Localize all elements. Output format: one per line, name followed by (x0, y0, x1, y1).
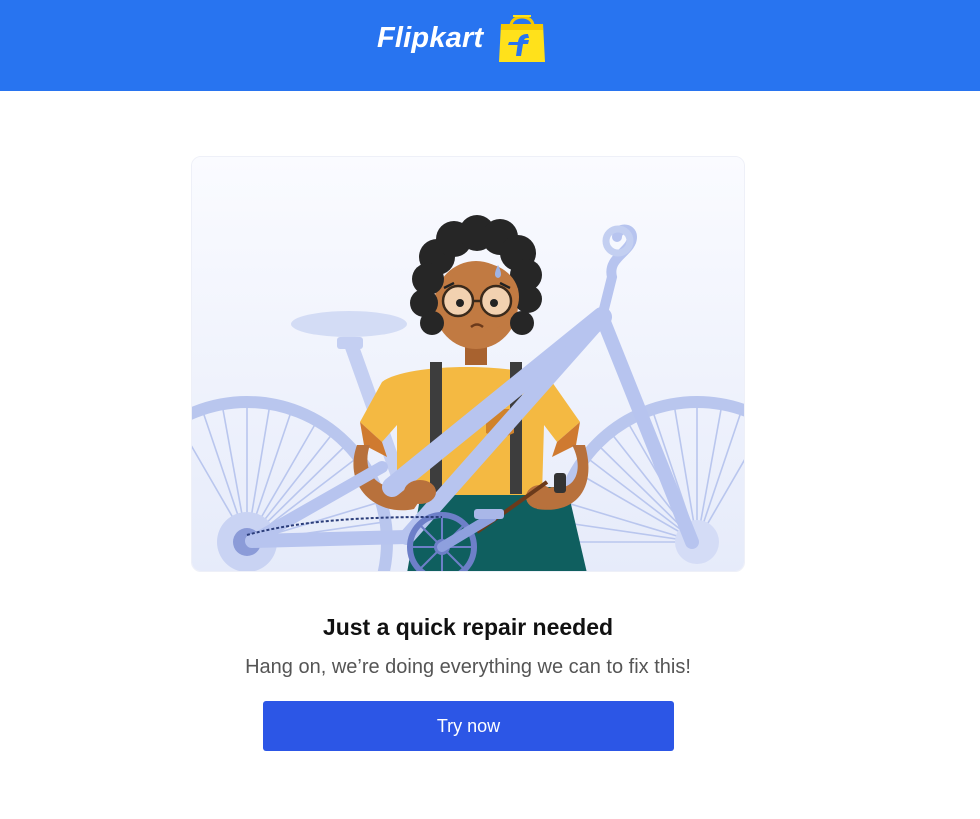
flipkart-brand[interactable]: Flipkart (377, 12, 547, 64)
error-subtitle: Hang on, we’re doing everything we can t… (245, 656, 691, 678)
bicycle-repair-illustration (192, 157, 744, 571)
try-now-button[interactable]: Try now (263, 701, 674, 751)
repair-illustration (191, 156, 745, 572)
brand-name: Flipkart (377, 21, 484, 54)
error-title: Just a quick repair needed (322, 614, 614, 640)
top-header: Flipkart (0, 0, 980, 91)
flipkart-bag-icon (499, 15, 546, 62)
